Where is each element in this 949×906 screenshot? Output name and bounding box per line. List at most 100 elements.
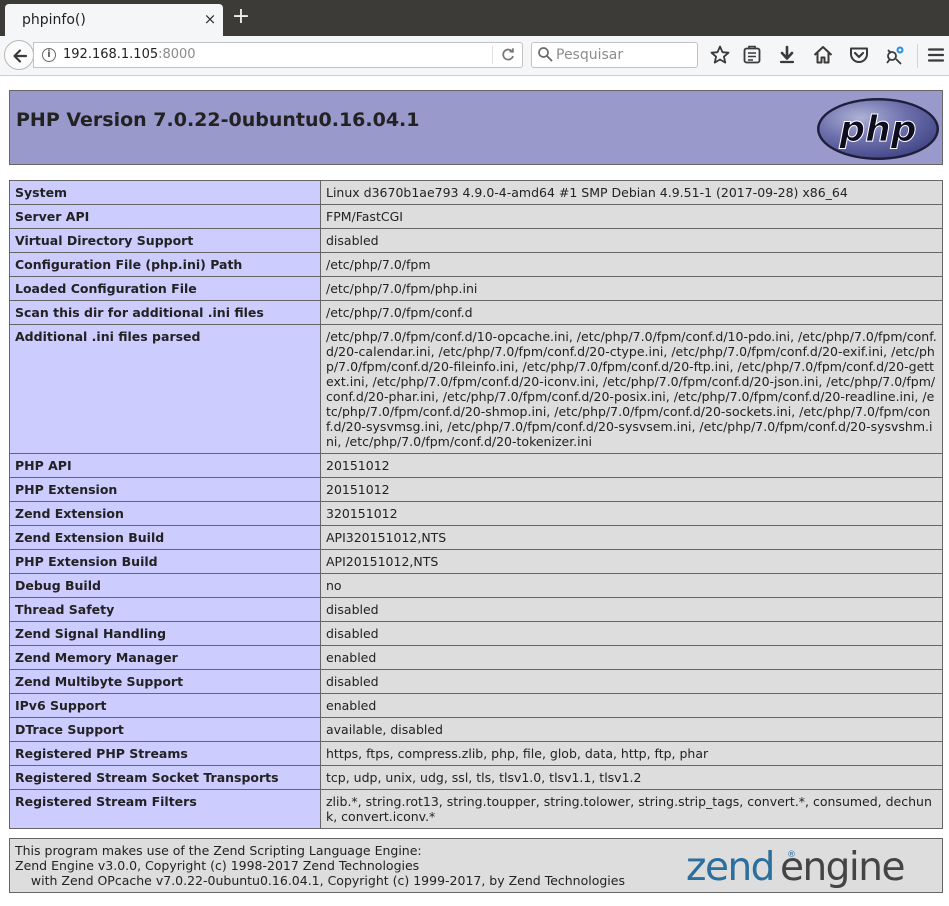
row-value: 20151012 <box>320 477 943 502</box>
row-label: IPv6 Support <box>9 693 321 718</box>
row-label: Zend Multibyte Support <box>9 669 321 694</box>
table-row: IPv6 Support enabled <box>9 693 943 718</box>
toolbar-separator <box>917 44 918 68</box>
table-row: Zend Multibyte Support disabled <box>9 669 943 694</box>
table-row: Zend Signal Handling disabled <box>9 621 943 646</box>
row-label: System <box>9 180 321 205</box>
row-value: tcp, udp, unix, udg, ssl, tls, tlsv1.0, … <box>320 765 943 790</box>
pocket-icon[interactable] <box>848 44 870 66</box>
row-value: https, ftps, compress.zlib, php, file, g… <box>320 741 943 766</box>
table-row: Thread Safety disabled <box>9 597 943 622</box>
table-row: Configuration File (php.ini) Path/etc/ph… <box>9 252 943 277</box>
row-value: /etc/php/7.0/fpm/conf.d <box>320 300 943 325</box>
table-row: Server API FPM/FastCGI <box>9 204 943 229</box>
navigation-toolbar: i 192.168.1.105:8000 <box>0 36 949 76</box>
info-icon[interactable]: i <box>42 48 56 62</box>
download-icon[interactable] <box>776 44 798 66</box>
row-label: Registered Stream Socket Transports <box>9 765 321 790</box>
row-value: enabled <box>320 693 943 718</box>
table-row: PHP Extension 20151012 <box>9 477 943 502</box>
row-value: disabled <box>320 597 943 622</box>
row-value: zlib.*, string.rot13, string.toupper, st… <box>320 789 943 829</box>
search-input[interactable] <box>556 44 694 66</box>
table-row: Virtual Directory Support disabled <box>9 228 943 253</box>
url-host: 192.168.1.105 <box>63 47 159 62</box>
url-bar[interactable]: i 192.168.1.105:8000 <box>33 42 523 68</box>
home-icon[interactable] <box>812 44 834 66</box>
php-logo[interactable]: php <box>816 97 940 161</box>
row-label: Zend Signal Handling <box>9 621 321 646</box>
row-value: 320151012 <box>320 501 943 526</box>
url-separator <box>492 46 493 64</box>
info-table-body: System Linux d3670b1ae793 4.9.0-4-amd64 #… <box>9 180 943 829</box>
page-title: PHP Version 7.0.22-0ubuntu0.16.04.1 <box>16 109 420 131</box>
zend-logo-word-2: engine <box>780 845 904 890</box>
search-bar[interactable] <box>531 42 698 68</box>
row-value: disabled <box>320 228 943 253</box>
row-label: Additional .ini files parsed <box>9 324 321 454</box>
row-value: enabled <box>320 645 943 670</box>
table-row: Zend Extension Build API320151012,NTS <box>9 525 943 550</box>
table-row: Zend Extension 320151012 <box>9 501 943 526</box>
php-logo-text: php <box>838 109 916 150</box>
row-label: Scan this dir for additional .ini files <box>9 300 321 325</box>
row-value: FPM/FastCGI <box>320 204 943 229</box>
row-value: disabled <box>320 621 943 646</box>
table-row: Loaded Configuration File/etc/php/7.0/fp… <box>9 276 943 301</box>
table-row: Zend Memory Manager enabled <box>9 645 943 670</box>
hamburger-menu-icon[interactable] <box>925 44 947 66</box>
info-table: System Linux d3670b1ae793 4.9.0-4-amd64 #… <box>9 180 943 829</box>
zend-engine-logo[interactable]: zend engine ® <box>686 842 940 890</box>
row-value: no <box>320 573 943 598</box>
footer-line-1: This program makes use of the Zend Scrip… <box>15 843 422 858</box>
table-row: Registered PHP Streams https, ftps, compr… <box>9 741 943 766</box>
row-label: Zend Extension <box>9 501 321 526</box>
row-label: Thread Safety <box>9 597 321 622</box>
row-value: disabled <box>320 669 943 694</box>
back-button[interactable] <box>4 40 34 70</box>
zend-footer: This program makes use of the Zend Scrip… <box>9 838 943 893</box>
bookmark-star-icon[interactable] <box>709 44 731 66</box>
reading-list-icon[interactable] <box>741 44 763 66</box>
new-tab-button[interactable]: + <box>230 6 252 29</box>
row-label: PHP API <box>9 453 321 478</box>
row-value: API320151012,NTS <box>320 525 943 550</box>
row-value: /etc/php/7.0/fpm/conf.d/10-opcache.ini, … <box>320 324 943 454</box>
table-row: PHP Extension Build API20151012,NTS <box>9 549 943 574</box>
row-value: /etc/php/7.0/fpm <box>320 252 943 277</box>
table-row: Debug Build no <box>9 573 943 598</box>
footer-line-3: with Zend OPcache v7.0.22-0ubuntu0.16.04… <box>15 873 625 888</box>
row-label: Registered Stream Filters <box>9 789 321 829</box>
table-row: PHP API 20151012 <box>9 453 943 478</box>
search-icon <box>537 46 553 66</box>
row-label: Zend Extension Build <box>9 525 321 550</box>
table-row: Registered Stream Socket Transports tcp, … <box>9 765 943 790</box>
row-value: Linux d3670b1ae793 4.9.0-4-amd64 #1 SMP … <box>320 180 943 205</box>
row-label: PHP Extension <box>9 477 321 502</box>
tab-bar: phpinfo() × + <box>0 0 949 36</box>
url-text[interactable]: 192.168.1.105:8000 <box>63 47 196 62</box>
url-port: :8000 <box>158 47 196 62</box>
table-row: Registered Stream Filters zlib.*, string.… <box>9 789 943 829</box>
row-label: Virtual Directory Support <box>9 228 321 253</box>
row-label: Debug Build <box>9 573 321 598</box>
row-value: /etc/php/7.0/fpm/php.ini <box>320 276 943 301</box>
footer-line-2: Zend Engine v3.0.0, Copyright (c) 1998-2… <box>15 858 420 873</box>
php-header: PHP Version 7.0.22-0ubuntu0.16.04.1 php <box>9 90 943 165</box>
extension-icon[interactable] <box>884 44 906 66</box>
row-label: Zend Memory Manager <box>9 645 321 670</box>
table-row: System Linux d3670b1ae793 4.9.0-4-amd64 #… <box>9 180 943 205</box>
back-arrow-icon <box>13 49 28 63</box>
row-label: PHP Extension Build <box>9 549 321 574</box>
footer-text: This program makes use of the Zend Scrip… <box>15 843 625 888</box>
row-label: Configuration File (php.ini) Path <box>9 252 321 277</box>
row-label: Loaded Configuration File <box>9 276 321 301</box>
svg-text:®: ® <box>787 850 796 860</box>
tab-title: phpinfo() <box>22 12 86 28</box>
table-row: Scan this dir for additional .ini files /… <box>9 300 943 325</box>
close-tab-icon[interactable]: × <box>202 11 218 27</box>
reload-icon[interactable] <box>500 47 516 63</box>
row-label: Server API <box>9 204 321 229</box>
tab-phpinfo[interactable]: phpinfo() × <box>5 4 223 36</box>
zend-logo-word-1: zend <box>686 845 774 890</box>
